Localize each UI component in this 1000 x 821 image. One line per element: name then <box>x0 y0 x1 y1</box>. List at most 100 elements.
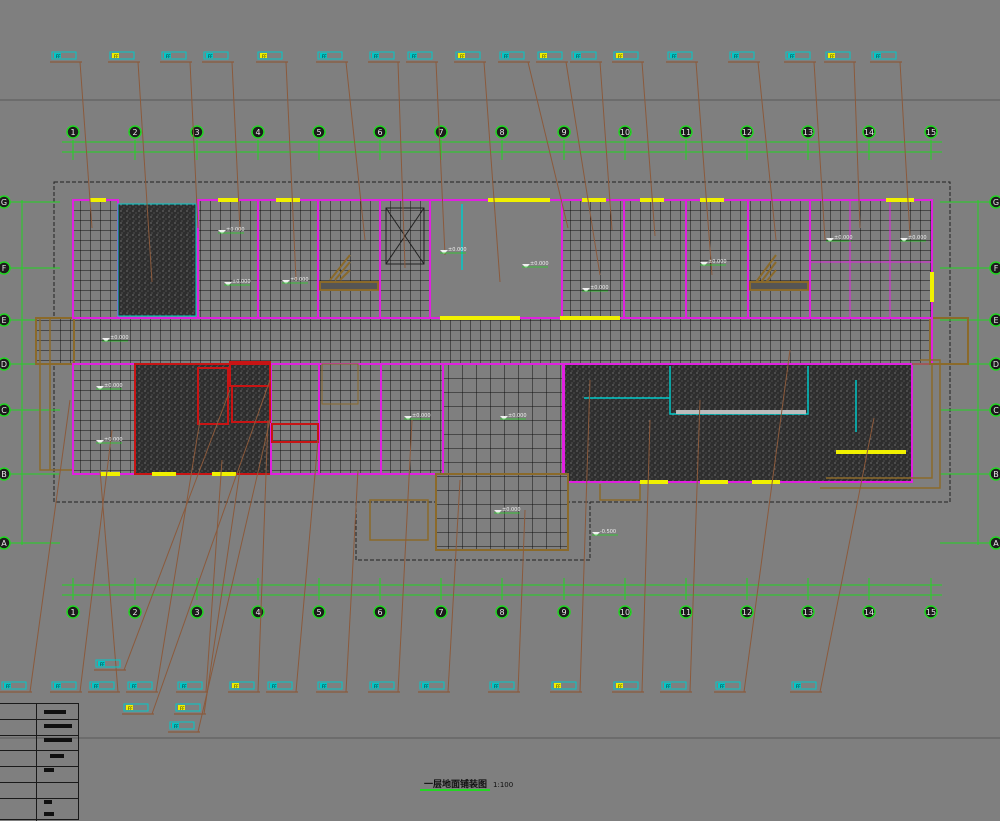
grid-bubble-col-2: 2 <box>128 125 142 139</box>
grid-bubble-col-5: 5 <box>312 125 326 139</box>
east-entry <box>929 317 969 365</box>
material-tag: FF <box>660 681 692 693</box>
material-tag: FF <box>126 681 158 693</box>
grid-bubble-col-13: 13 <box>801 605 815 619</box>
svg-text:FF: FF <box>504 54 509 59</box>
svg-text:F: F <box>994 264 999 273</box>
svg-text:2: 2 <box>132 608 137 617</box>
svg-text:10: 10 <box>620 608 630 617</box>
svg-text:±0.000: ±0.000 <box>232 279 251 285</box>
drawing-scale: 1:100 <box>493 781 514 789</box>
svg-text:±0.000: ±0.000 <box>290 277 309 283</box>
svg-text:FF: FF <box>542 54 547 59</box>
svg-text:G: G <box>993 198 999 207</box>
grid-bubble-col-7: 7 <box>434 605 448 619</box>
material-tag: FF <box>108 51 140 63</box>
svg-text:FF: FF <box>132 684 137 689</box>
svg-text:11: 11 <box>681 608 691 617</box>
grid-bubble-row-E: E <box>0 313 11 327</box>
svg-text:FF: FF <box>666 684 671 689</box>
grid-bubble-col-1: 1 <box>66 605 80 619</box>
grid-bubble-col-14: 14 <box>862 125 876 139</box>
grid-bubble-col-8: 8 <box>495 125 509 139</box>
grid-bubble-row-F: F <box>989 261 1000 275</box>
svg-text:12: 12 <box>742 128 752 137</box>
svg-text:±0.000: ±0.000 <box>834 235 853 241</box>
grid-bubble-col-4: 4 <box>251 125 265 139</box>
grid-bubble-col-4: 4 <box>251 605 265 619</box>
svg-text:±0.000: ±0.000 <box>508 413 527 419</box>
material-tag: FF <box>368 681 400 693</box>
material-tag: FF <box>498 51 530 63</box>
grid-bubble-col-10: 10 <box>618 605 632 619</box>
material-tag: FF <box>728 51 760 63</box>
svg-text:B: B <box>1 470 7 479</box>
grid-bubble-row-D: D <box>989 357 1000 371</box>
grid-bubble-col-9: 9 <box>557 605 571 619</box>
material-tag: FF <box>176 681 208 693</box>
svg-text:±0.000: ±0.000 <box>530 261 549 267</box>
svg-text:1: 1 <box>70 128 75 137</box>
material-tag: FF <box>488 681 520 693</box>
svg-text:C: C <box>993 406 999 415</box>
material-tag: FF <box>790 681 822 693</box>
svg-text:E: E <box>1 316 6 325</box>
material-tag: FF <box>228 681 260 693</box>
svg-text:5: 5 <box>316 128 321 137</box>
material-tag: FF <box>536 51 568 63</box>
grid-bubble-col-1: 1 <box>66 125 80 139</box>
material-tag: FF <box>418 681 450 693</box>
corridor-floor <box>71 317 933 365</box>
grid-bubble-col-15: 15 <box>924 605 938 619</box>
grid-bubble-col-6: 6 <box>373 605 387 619</box>
material-tag: FF <box>406 51 438 63</box>
svg-text:2: 2 <box>132 128 137 137</box>
svg-text:10: 10 <box>620 128 630 137</box>
svg-text:15: 15 <box>926 608 936 617</box>
svg-text:±0.000: ±0.000 <box>226 227 245 233</box>
grid-bubble-row-A: A <box>0 536 11 550</box>
svg-text:FF: FF <box>114 54 119 59</box>
svg-text:8: 8 <box>499 608 504 617</box>
grid-bubble-col-9: 9 <box>557 125 571 139</box>
material-tag: FF <box>174 703 206 715</box>
elevation-mark: -0.500 <box>592 529 618 536</box>
svg-text:FF: FF <box>374 684 379 689</box>
grid-bubble-col-7: 7 <box>434 125 448 139</box>
grid-bubble-row-C: C <box>989 403 1000 417</box>
material-tag: FF <box>50 51 82 63</box>
svg-text:FF: FF <box>322 54 327 59</box>
svg-text:FF: FF <box>618 684 623 689</box>
svg-text:14: 14 <box>864 128 874 137</box>
grid-bubble-row-D: D <box>0 357 11 371</box>
svg-text:FF: FF <box>262 54 267 59</box>
svg-text:C: C <box>1 406 7 415</box>
svg-text:1: 1 <box>70 608 75 617</box>
svg-text:FF: FF <box>556 684 561 689</box>
grid-bubble-col-5: 5 <box>312 605 326 619</box>
material-tag: FF <box>784 51 816 63</box>
svg-text:E: E <box>993 316 998 325</box>
svg-text:13: 13 <box>803 128 813 137</box>
grid-bubble-col-12: 12 <box>740 605 754 619</box>
svg-text:-0.500: -0.500 <box>600 529 616 535</box>
grid-bubble-col-3: 3 <box>190 605 204 619</box>
svg-text:6: 6 <box>377 128 382 137</box>
svg-text:±0.000: ±0.000 <box>448 247 467 253</box>
svg-text:5: 5 <box>316 608 321 617</box>
svg-text:FF: FF <box>56 684 61 689</box>
svg-text:13: 13 <box>803 608 813 617</box>
grid-bubble-col-11: 11 <box>679 605 693 619</box>
grid-bubble-col-13: 13 <box>801 125 815 139</box>
svg-text:G: G <box>1 198 7 207</box>
grid-bubble-col-10: 10 <box>618 125 632 139</box>
svg-text:±0.000: ±0.000 <box>708 259 727 265</box>
material-tag: FF <box>368 51 400 63</box>
material-tag: FF <box>266 681 298 693</box>
material-tag: FF <box>94 659 126 671</box>
svg-text:9: 9 <box>561 608 566 617</box>
svg-text:FF: FF <box>182 684 187 689</box>
svg-text:4: 4 <box>255 128 260 137</box>
svg-text:FF: FF <box>56 54 61 59</box>
svg-text:FF: FF <box>100 662 105 667</box>
